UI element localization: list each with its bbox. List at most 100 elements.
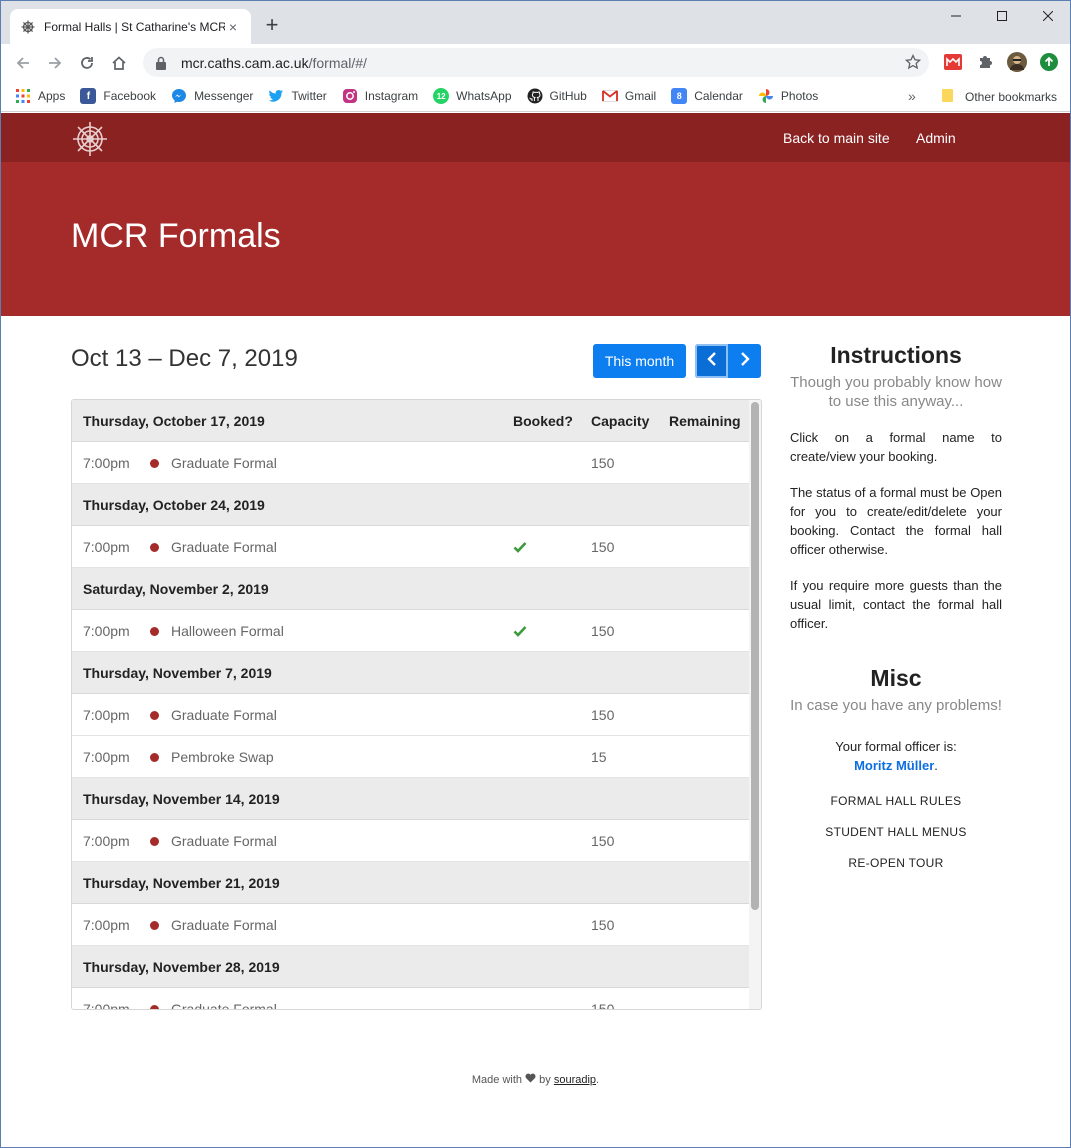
lock-icon bbox=[155, 56, 169, 70]
formal-event-row: 7:00pm Graduate Formal 150 bbox=[72, 694, 750, 736]
day-date-label: Thursday, November 21, 2019 bbox=[83, 874, 280, 891]
reopen-tour-link[interactable]: RE-OPEN TOUR bbox=[790, 856, 1002, 870]
close-tab-icon[interactable]: × bbox=[225, 19, 241, 35]
prev-next-button-group bbox=[695, 344, 761, 378]
browser-toolbar: mcr.caths.cam.ac.uk/formal/#/ bbox=[1, 44, 1070, 81]
college-wheel-logo-icon[interactable] bbox=[71, 120, 109, 158]
home-icon[interactable] bbox=[106, 50, 132, 76]
formal-name-link[interactable]: Graduate Formal bbox=[171, 833, 277, 849]
bookmark-label: GitHub bbox=[549, 89, 587, 103]
maximize-button[interactable] bbox=[979, 5, 1025, 27]
update-arrow-icon[interactable] bbox=[1039, 52, 1059, 72]
admin-link[interactable]: Admin bbox=[916, 130, 956, 146]
calendar-icon: 8 bbox=[671, 88, 688, 104]
page-title: MCR Formals bbox=[71, 217, 281, 255]
officer-name-link[interactable]: Moritz Müller bbox=[854, 758, 934, 773]
formal-name-link[interactable]: Halloween Formal bbox=[171, 623, 284, 639]
formal-event-row: 7:00pm Halloween Formal 150 bbox=[72, 610, 750, 652]
bookmark-label: Gmail bbox=[624, 89, 657, 103]
tab-strip: Formal Halls | St Catharine's MCR × + bbox=[1, 1, 1070, 44]
web-page: Back to main site Admin MCR Formals Oct … bbox=[1, 113, 1070, 1147]
folder-icon bbox=[941, 88, 955, 105]
puzzle-extensions-icon[interactable] bbox=[975, 52, 995, 72]
formal-name-link[interactable]: Graduate Formal bbox=[171, 707, 277, 723]
heart-icon bbox=[525, 1073, 536, 1086]
bookmark-label: Facebook bbox=[103, 89, 157, 103]
list-scrollbar[interactable] bbox=[749, 400, 761, 1009]
address-bar[interactable]: mcr.caths.cam.ac.uk/formal/#/ bbox=[143, 48, 929, 77]
misc-subtitle: In case you have any problems! bbox=[790, 697, 1002, 714]
other-bookmarks-folder[interactable]: Other bookmarks bbox=[941, 88, 1057, 105]
event-time: 7:00pm bbox=[83, 833, 130, 849]
booked-checkmark-icon bbox=[513, 624, 527, 638]
formal-name-link[interactable]: Graduate Formal bbox=[171, 539, 277, 555]
event-time: 7:00pm bbox=[83, 707, 130, 723]
bookmark-github[interactable]: GitHub bbox=[527, 88, 587, 104]
formal-name-link[interactable]: Pembroke Swap bbox=[171, 749, 274, 765]
bookmark-whatsapp[interactable]: 12 WhatsApp bbox=[433, 88, 512, 104]
previous-button[interactable] bbox=[695, 344, 728, 378]
day-header-row: Thursday, November 14, 2019 bbox=[72, 778, 750, 820]
next-button[interactable] bbox=[728, 344, 761, 378]
scrollbar-thumb[interactable] bbox=[751, 402, 759, 910]
bookmark-instagram[interactable]: Instagram bbox=[342, 88, 418, 104]
footer-end: . bbox=[596, 1074, 600, 1086]
day-header-row: Thursday, November 21, 2019 bbox=[72, 862, 750, 904]
bookmark-photos[interactable]: Photos bbox=[758, 88, 818, 104]
formal-list[interactable]: Thursday, October 17, 2019 Booked? Capacit… bbox=[71, 399, 762, 1010]
bookmark-calendar[interactable]: 8 Calendar bbox=[671, 88, 743, 104]
more-bookmarks-icon[interactable]: » bbox=[908, 88, 916, 104]
bookmark-label: WhatsApp bbox=[456, 89, 512, 103]
event-time: 7:00pm bbox=[83, 539, 130, 555]
day-date-label: Thursday, October 17, 2019 bbox=[83, 412, 265, 429]
instagram-icon bbox=[342, 88, 358, 104]
back-arrow-icon[interactable] bbox=[10, 50, 36, 76]
new-tab-button[interactable]: + bbox=[260, 14, 284, 38]
author-link[interactable]: souradip bbox=[554, 1074, 596, 1086]
event-time: 7:00pm bbox=[83, 455, 130, 471]
reload-icon[interactable] bbox=[74, 50, 100, 76]
url-domain: mcr.caths.cam.ac.uk bbox=[181, 54, 309, 71]
back-to-main-site-link[interactable]: Back to main site bbox=[783, 130, 890, 146]
close-window-button[interactable] bbox=[1025, 5, 1070, 27]
site-navbar: Back to main site Admin bbox=[1, 113, 1070, 162]
footer-by: by bbox=[539, 1074, 551, 1086]
day-header-row: Thursday, October 24, 2019 bbox=[72, 484, 750, 526]
bookmark-label: Instagram bbox=[364, 89, 419, 103]
bookmark-label: Apps bbox=[38, 89, 66, 103]
bookmark-star-icon[interactable] bbox=[904, 53, 922, 70]
day-date-label: Thursday, October 24, 2019 bbox=[83, 496, 265, 513]
status-dot-icon bbox=[150, 1005, 159, 1009]
formal-name-link[interactable]: Graduate Formal bbox=[171, 917, 277, 933]
event-time: 7:00pm bbox=[83, 917, 130, 933]
formal-event-row: 7:00pm Graduate Formal 150 bbox=[72, 526, 750, 568]
bookmark-messenger[interactable]: Messenger bbox=[171, 88, 253, 104]
status-dot-icon bbox=[150, 711, 159, 720]
student-hall-menus-link[interactable]: STUDENT HALL MENUS bbox=[790, 825, 1002, 839]
formal-name-link[interactable]: Graduate Formal bbox=[171, 1001, 277, 1009]
bookmark-gmail[interactable]: Gmail bbox=[601, 88, 657, 104]
day-header-row: Saturday, November 2, 2019 bbox=[72, 568, 750, 610]
day-date-label: Thursday, November 14, 2019 bbox=[83, 790, 280, 807]
bookmark-facebook[interactable]: f Facebook bbox=[80, 88, 156, 104]
footer-made-with: Made with bbox=[471, 1074, 523, 1086]
formal-hall-rules-link[interactable]: FORMAL HALL RULES bbox=[790, 794, 1002, 808]
forward-arrow-icon[interactable] bbox=[42, 50, 68, 76]
url-path: /formal/#/ bbox=[308, 54, 367, 71]
instruction-paragraph: If you require more guests than the usua… bbox=[790, 578, 1002, 631]
bookmark-apps[interactable]: Apps bbox=[15, 88, 65, 104]
status-dot-icon bbox=[150, 921, 159, 930]
minimize-button[interactable] bbox=[933, 5, 979, 27]
booked-checkmark-icon bbox=[513, 540, 527, 554]
formal-name-link[interactable]: Graduate Formal bbox=[171, 455, 277, 471]
status-dot-icon bbox=[150, 543, 159, 552]
bookmark-label: Twitter bbox=[291, 89, 327, 103]
bookmark-twitter[interactable]: Twitter bbox=[268, 88, 327, 104]
day-header-row: Thursday, November 28, 2019 bbox=[72, 946, 750, 988]
mendeley-extension-icon[interactable] bbox=[943, 52, 963, 72]
profile-avatar-icon[interactable] bbox=[1007, 52, 1027, 72]
browser-window: Formal Halls | St Catharine's MCR × + mc… bbox=[0, 0, 1071, 1148]
gmail-icon bbox=[601, 88, 618, 104]
browser-tab[interactable]: Formal Halls | St Catharine's MCR × bbox=[10, 9, 251, 44]
this-month-button[interactable]: This month bbox=[593, 344, 686, 378]
